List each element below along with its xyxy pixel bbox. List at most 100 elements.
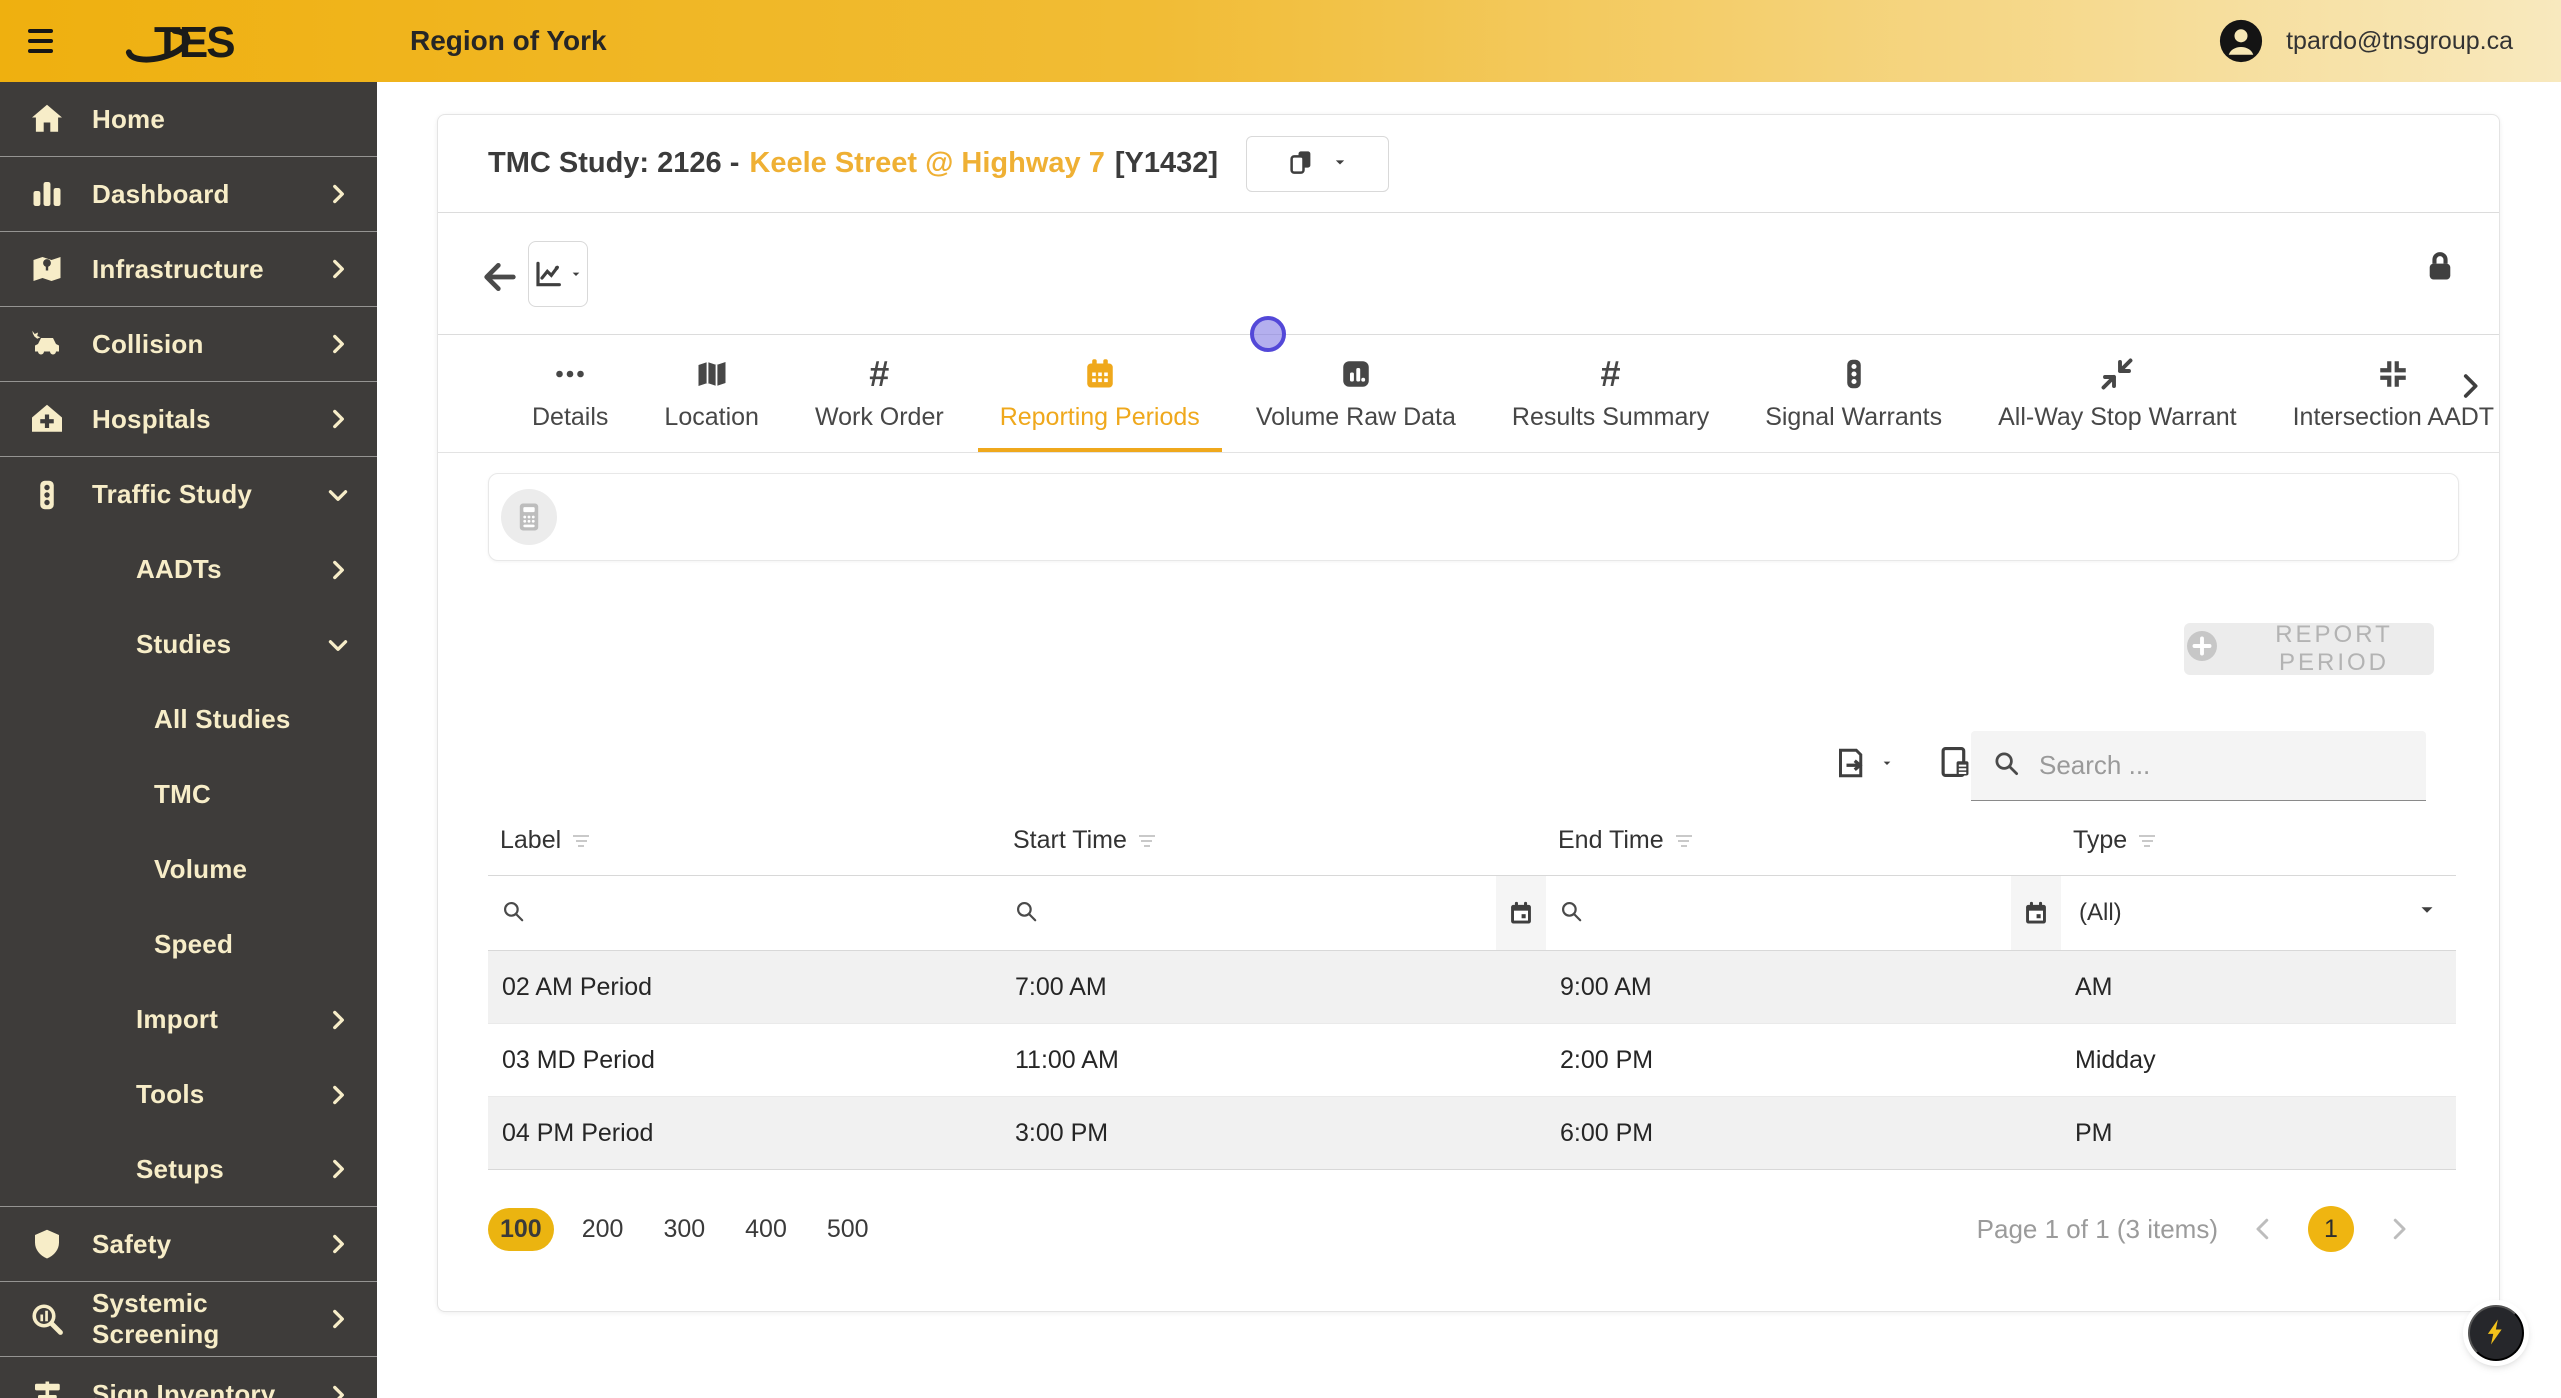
filter-start-time-input[interactable] — [1001, 876, 1546, 950]
tab-all-way-stop-warrant[interactable]: All-Way Stop Warrant — [1970, 335, 2264, 452]
chevron-right-icon — [325, 256, 351, 282]
table-row[interactable]: 03 MD Period 11:00 AM 2:00 PM Midday — [488, 1024, 2456, 1097]
filter-label-input[interactable] — [488, 876, 1001, 950]
sidebar-item-traffic-study[interactable]: Traffic Study — [0, 457, 377, 532]
report-period-button[interactable]: REPORT PERIOD — [2184, 621, 2434, 676]
search-icon — [1013, 898, 1039, 929]
copy-study-button[interactable] — [1246, 135, 1390, 192]
lock-icon — [2421, 247, 2459, 290]
avatar[interactable] — [2218, 18, 2264, 64]
copy-icon — [1286, 147, 1316, 180]
page-size-400[interactable]: 400 — [733, 1208, 799, 1251]
calendar-icon — [1082, 353, 1118, 395]
chevron-right-icon — [325, 1156, 351, 1182]
sidebar-item-collision[interactable]: Collision — [0, 307, 377, 382]
page-info: Page 1 of 1 (3 items) — [1976, 1213, 2218, 1244]
back-arrow-icon[interactable] — [480, 257, 520, 302]
table-footer: 100 200 300 400 500 Page 1 of 1 (3 items… — [488, 1206, 2454, 1252]
tab-results-summary[interactable]: # Results Summary — [1484, 335, 1737, 452]
sidebar-item-home[interactable]: Home — [0, 82, 377, 157]
sidebar-item-speed[interactable]: Speed — [0, 907, 377, 982]
svg-text:TES: TES — [154, 18, 234, 67]
column-header-type[interactable]: Type — [2073, 826, 2127, 855]
column-chooser-icon[interactable] — [1936, 743, 1974, 786]
sidebar: Home Dashboard Infrastructure Collision … — [0, 82, 377, 1398]
sidebar-item-setups[interactable]: Setups — [0, 1132, 377, 1207]
column-header-label[interactable]: Label — [500, 826, 561, 855]
filter-icon[interactable] — [2139, 834, 2156, 847]
sidebar-item-aadts[interactable]: AADTs — [0, 532, 377, 607]
sidebar-item-safety[interactable]: Safety — [0, 1207, 377, 1282]
chart-view-button[interactable] — [528, 241, 588, 307]
chevron-right-icon — [325, 1007, 351, 1033]
filter-icon[interactable] — [1138, 834, 1155, 847]
study-title: TMC Study: 2126 - Keele Street @ Highway … — [488, 147, 1219, 179]
tes-logo: TES — [70, 13, 320, 69]
compress-arrows-icon — [2099, 353, 2135, 395]
search-icon — [1991, 748, 2021, 783]
next-page-icon[interactable] — [2384, 1214, 2414, 1244]
page-size-100[interactable]: 100 — [488, 1207, 554, 1251]
sidebar-item-dashboard[interactable]: Dashboard — [0, 157, 377, 232]
table-filter-row: (All) — [488, 876, 2456, 951]
page-number-1[interactable]: 1 — [2308, 1206, 2354, 1252]
caret-down-icon — [1330, 152, 1350, 175]
feedback-fab-button[interactable] — [2468, 1305, 2524, 1361]
tabs-scroll-right-icon[interactable] — [2453, 369, 2487, 408]
cursor-indicator — [1250, 316, 1286, 352]
filter-end-time-input[interactable] — [1546, 876, 2061, 950]
table-row[interactable]: 02 AM Period 7:00 AM 9:00 AM AM — [488, 951, 2456, 1024]
chevron-right-icon — [325, 1306, 351, 1332]
user-email[interactable]: tpardo@tnsgroup.ca — [2286, 27, 2513, 56]
search-input[interactable] — [2039, 750, 2406, 781]
chevron-right-icon — [325, 1082, 351, 1108]
page-size-300[interactable]: 300 — [651, 1208, 717, 1251]
tab-signal-warrants[interactable]: Signal Warrants — [1737, 335, 1970, 452]
page-size-500[interactable]: 500 — [815, 1208, 881, 1251]
column-header-start-time[interactable]: Start Time — [1013, 826, 1127, 855]
sidebar-item-systemic-screening[interactable]: Systemic Screening — [0, 1282, 377, 1357]
chevron-right-icon — [325, 331, 351, 357]
chevron-down-icon — [325, 632, 351, 658]
column-header-end-time[interactable]: End Time — [1558, 826, 1664, 855]
sidebar-item-sign-inventory[interactable]: Sign Inventory — [0, 1357, 377, 1398]
shield-icon — [28, 1225, 66, 1263]
search-icon — [500, 898, 526, 929]
caret-down-icon — [572, 272, 580, 276]
table-row[interactable]: 04 PM Period 3:00 PM 6:00 PM PM — [488, 1097, 2456, 1170]
page-size-200[interactable]: 200 — [570, 1208, 636, 1251]
sidebar-item-import[interactable]: Import — [0, 982, 377, 1057]
calendar-picker-icon[interactable] — [1496, 876, 1546, 950]
sidebar-item-infrastructure[interactable]: Infrastructure — [0, 232, 377, 307]
calendar-picker-icon[interactable] — [2011, 876, 2061, 950]
filter-type-dropdown[interactable]: (All) — [2073, 899, 2456, 928]
sidebar-item-tools[interactable]: Tools — [0, 1057, 377, 1132]
hash-icon: # — [869, 353, 890, 394]
tab-details[interactable]: Details — [504, 335, 636, 452]
filter-icon[interactable] — [573, 834, 590, 847]
search-chart-icon — [28, 1300, 66, 1338]
study-card: TMC Study: 2126 - Keele Street @ Highway … — [437, 114, 2500, 1312]
sidebar-item-studies[interactable]: Studies — [0, 607, 377, 682]
tab-reporting-periods[interactable]: Reporting Periods — [972, 335, 1228, 452]
hamburger-menu-icon[interactable] — [0, 0, 70, 82]
sidebar-item-all-studies[interactable]: All Studies — [0, 682, 377, 757]
tab-work-order[interactable]: # Work Order — [787, 335, 972, 452]
table-header-row: Label Start Time End Time Type — [488, 806, 2456, 876]
export-button[interactable] — [1833, 745, 1895, 781]
study-location-link[interactable]: Keele Street @ Highway 7 — [749, 147, 1104, 179]
filter-icon[interactable] — [1675, 834, 1692, 847]
sidebar-item-tmc[interactable]: TMC — [0, 757, 377, 832]
page-size-selector: 100 200 300 400 500 — [488, 1207, 881, 1251]
tab-location[interactable]: Location — [636, 335, 787, 452]
tab-volume-raw-data[interactable]: Volume Raw Data — [1228, 335, 1484, 452]
chevron-down-icon — [325, 482, 351, 508]
tab-bar: Details Location # Work Order Reporting … — [438, 334, 2499, 453]
previous-page-icon[interactable] — [2248, 1214, 2278, 1244]
chevron-right-icon — [325, 181, 351, 207]
chevron-right-icon — [325, 557, 351, 583]
ellipsis-icon — [552, 353, 588, 395]
sidebar-item-volume[interactable]: Volume — [0, 832, 377, 907]
traffic-light-icon — [28, 476, 66, 514]
sidebar-item-hospitals[interactable]: Hospitals — [0, 382, 377, 457]
